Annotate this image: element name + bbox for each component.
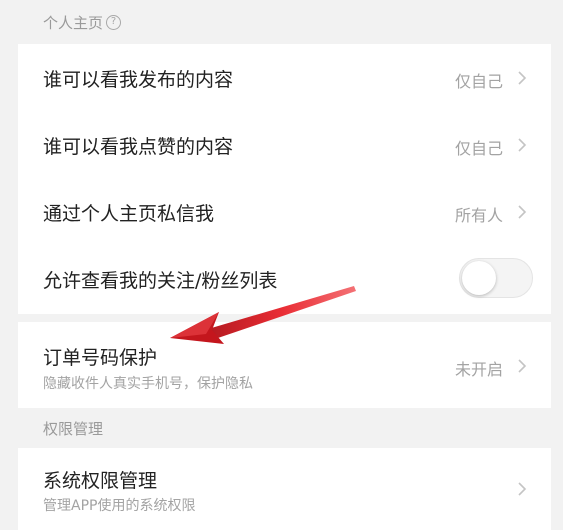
setting-value: 所有人: [454, 206, 503, 225]
section-title-personal-home: 个人主页: [43, 13, 104, 32]
setting-value: 仅自己: [454, 139, 503, 158]
chevron-right-icon: [518, 359, 527, 373]
setting-row-who-can-see-posts[interactable]: 谁可以看我发布的内容 仅自己: [18, 44, 551, 112]
section-header-permissions: 权限管理: [0, 408, 563, 448]
setting-label: 允许查看我的关注/粉丝列表: [43, 270, 278, 292]
setting-value: 仅自己: [454, 72, 503, 91]
chevron-right-icon: [518, 71, 527, 85]
setting-row-who-can-see-likes[interactable]: 谁可以看我点赞的内容 仅自己: [18, 112, 551, 180]
setting-value: 未开启: [454, 360, 503, 379]
setting-label: 通过个人主页私信我: [43, 203, 215, 225]
privacy-settings-card: 谁可以看我发布的内容 仅自己 谁可以看我点赞的内容 仅自己 通过个人主页私信我 …: [18, 44, 551, 314]
chevron-right-icon: [518, 482, 527, 496]
setting-label: 系统权限管理: [43, 470, 158, 492]
setting-description: 隐藏收件人真实手机号，保护隐私: [43, 376, 253, 392]
follow-fan-list-toggle[interactable]: [459, 258, 533, 298]
section-title-permissions: 权限管理: [43, 419, 104, 438]
chevron-right-icon: [518, 205, 527, 219]
chevron-right-icon: [518, 138, 527, 152]
toggle-knob: [462, 261, 496, 295]
order-protection-card: 订单号码保护 隐藏收件人真实手机号，保护隐私 未开启: [18, 322, 551, 408]
setting-row-system-permissions[interactable]: 系统权限管理 管理APP使用的系统权限: [18, 448, 551, 530]
section-header-personal-home: 个人主页 ?: [0, 0, 563, 44]
setting-description: 管理APP使用的系统权限: [43, 498, 196, 514]
setting-row-dm-via-home[interactable]: 通过个人主页私信我 所有人: [18, 180, 551, 246]
setting-row-order-number-protection[interactable]: 订单号码保护 隐藏收件人真实手机号，保护隐私 未开启: [18, 322, 551, 408]
setting-label: 谁可以看我点赞的内容: [43, 136, 234, 158]
setting-row-follow-fan-list: 允许查看我的关注/粉丝列表: [18, 246, 551, 314]
system-permissions-card: 系统权限管理 管理APP使用的系统权限: [18, 448, 551, 530]
setting-label: 订单号码保护: [43, 347, 158, 369]
help-circle-icon[interactable]: ?: [106, 14, 122, 30]
setting-label: 谁可以看我发布的内容: [43, 69, 234, 91]
